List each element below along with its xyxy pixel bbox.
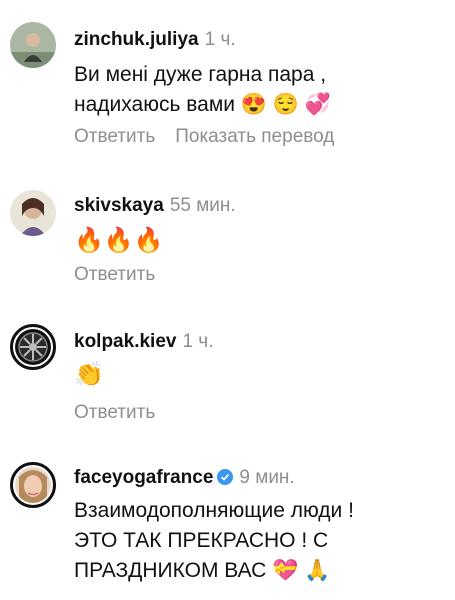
avatar[interactable] [10, 22, 56, 68]
user-photo-icon [10, 190, 56, 236]
comment-text-line: ЭТО ТАК ПРЕКРАСНО ! С [74, 529, 329, 552]
avatar[interactable] [10, 190, 56, 236]
avatar[interactable] [10, 324, 56, 370]
comment-actions: Ответить [74, 402, 175, 424]
comment-actions: Ответить Показать перевод [74, 126, 354, 148]
reply-button[interactable]: Ответить [74, 126, 155, 147]
reply-button[interactable]: Ответить [74, 402, 155, 423]
comment-text-line: надихаюсь вами 😍 😌 💞 [74, 93, 331, 116]
username[interactable]: kolpak.kiev [74, 331, 176, 352]
comment-text: Ви мені дуже гарна пара , надихаюсь вами… [74, 60, 444, 120]
timestamp: 1 ч. [204, 29, 236, 50]
comment-text: Взаимодополняющие люди ! ЭТО ТАК ПРЕКРАС… [74, 496, 444, 586]
avatar-image [15, 467, 51, 503]
reply-button[interactable]: Ответить [74, 264, 155, 285]
comment-header: skivskaya 55 мин. [74, 194, 236, 218]
avatar-image [15, 329, 51, 365]
username[interactable]: skivskaya [74, 195, 164, 216]
car-wheel-logo-icon [15, 329, 51, 365]
comment-actions: Ответить [74, 264, 175, 286]
username[interactable]: zinchuk.juliya [74, 29, 199, 50]
comment-text: 🔥🔥🔥 [74, 227, 164, 254]
show-translation-button[interactable]: Показать перевод [175, 126, 334, 147]
timestamp: 9 мин. [239, 467, 295, 488]
avatar[interactable] [10, 462, 56, 508]
comment-header: kolpak.kiev 1 ч. [74, 330, 213, 354]
comment-text: 👏 [74, 361, 104, 388]
comment-header: zinchuk.juliya 1 ч. [74, 28, 236, 52]
comment-text-line: Взаимодополняющие люди ! [74, 499, 354, 522]
username[interactable]: faceyogafrance [74, 467, 213, 488]
user-photo-icon [15, 467, 51, 503]
user-photo-icon [10, 22, 56, 68]
timestamp: 55 мин. [169, 195, 236, 216]
timestamp: 1 ч. [182, 331, 214, 352]
comment-text-line: ПРАЗДНИКОМ ВАС 💝 🙏 [74, 559, 331, 582]
comment-header: faceyogafrance 9 мин. [74, 466, 295, 490]
comment-text-line: Ви мені дуже гарна пара , [74, 63, 327, 86]
verified-badge-icon [217, 469, 234, 485]
